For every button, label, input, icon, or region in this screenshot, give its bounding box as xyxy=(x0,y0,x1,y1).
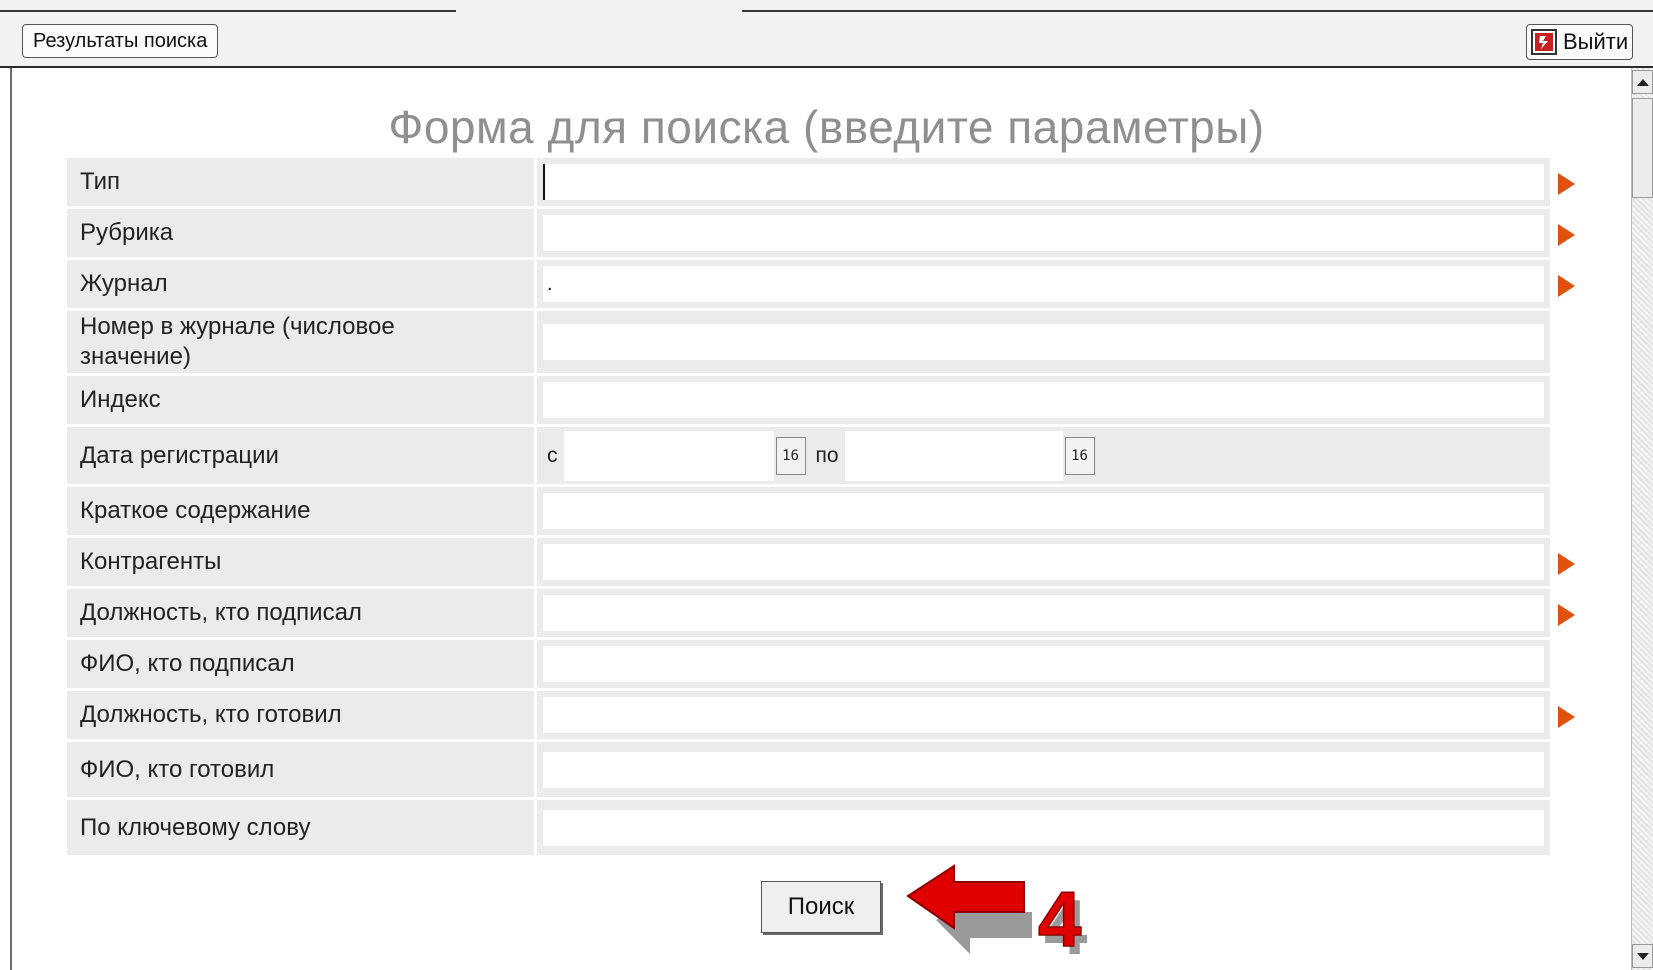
form-row-journal: Журнал . xyxy=(67,260,1575,311)
form-row-signer-name: ФИО, кто подписал xyxy=(67,640,1550,691)
tab-edge-left xyxy=(0,10,456,12)
field-cell: . xyxy=(537,260,1550,308)
type-picker-arrow-icon[interactable] xyxy=(1558,173,1575,195)
field-label: Журнал xyxy=(67,260,537,308)
signer-name-input[interactable] xyxy=(543,646,1544,682)
field-label: Тип xyxy=(67,158,537,206)
form-row-index: Индекс xyxy=(67,376,1550,427)
top-toolbar: Результаты поиска Выйти xyxy=(0,0,1653,68)
field-cell xyxy=(537,589,1550,637)
author-position-input[interactable] xyxy=(543,697,1544,733)
counterparties-picker-arrow-icon[interactable] xyxy=(1558,553,1575,575)
form-row-author-name: ФИО, кто готовил xyxy=(67,742,1550,800)
field-cell xyxy=(537,487,1550,535)
rubric-input[interactable] xyxy=(543,215,1544,251)
exit-label: Выйти xyxy=(1563,29,1629,54)
journal-input[interactable]: . xyxy=(543,266,1544,302)
field-label: Дата регистрации xyxy=(67,427,537,484)
form-row-rubric: Рубрика xyxy=(67,209,1575,260)
field-label: Рубрика xyxy=(67,209,537,257)
field-cell xyxy=(537,640,1550,688)
form-row-registration-date: Дата регистрации с 16 по 16 xyxy=(67,427,1550,487)
form-row-journal-number: Номер в журнале (числовое значение) xyxy=(67,311,1550,376)
field-cell xyxy=(537,209,1550,257)
form-row-keyword: По ключевому слову xyxy=(67,800,1550,858)
journal-picker-arrow-icon[interactable] xyxy=(1558,275,1575,297)
date-to-input[interactable] xyxy=(844,430,1063,481)
field-label: Контрагенты xyxy=(67,538,537,586)
form-row-summary: Краткое содержание xyxy=(67,487,1550,538)
form-row-counterparties: Контрагенты xyxy=(67,538,1575,589)
vertical-scrollbar[interactable] xyxy=(1631,68,1653,970)
field-cell xyxy=(537,800,1550,855)
type-input[interactable] xyxy=(543,164,1544,200)
tab-edge-right xyxy=(742,10,1653,12)
form-title: Форма для поиска (введите параметры) xyxy=(388,101,1265,153)
journal-number-input[interactable] xyxy=(543,324,1544,360)
date-from-input[interactable] xyxy=(563,430,774,481)
date-from-label: с xyxy=(547,443,558,467)
scroll-up-button[interactable] xyxy=(1632,70,1653,94)
index-input[interactable] xyxy=(543,382,1544,418)
field-cell xyxy=(537,691,1550,739)
step-number: 4 xyxy=(1038,875,1081,963)
exit-icon xyxy=(1531,29,1557,55)
date-to-label: по xyxy=(815,443,839,467)
form-row-type: Тип xyxy=(67,158,1575,209)
field-label: ФИО, кто подписал xyxy=(67,640,537,688)
form-row-signer-position: Должность, кто подписал xyxy=(67,589,1575,640)
calendar-from-icon[interactable]: 16 xyxy=(775,436,806,475)
field-label: Краткое содержание xyxy=(67,487,537,535)
date-range: с 16 по 16 xyxy=(543,430,1095,481)
field-cell xyxy=(537,538,1550,586)
counterparties-input[interactable] xyxy=(543,544,1544,580)
exit-button[interactable]: Выйти xyxy=(1526,24,1634,60)
left-border xyxy=(10,68,12,970)
author-name-input[interactable] xyxy=(543,751,1544,788)
rubric-picker-arrow-icon[interactable] xyxy=(1558,224,1575,246)
arrow-down-icon xyxy=(1637,953,1649,960)
search-results-button[interactable]: Результаты поиска xyxy=(22,24,219,58)
field-cell xyxy=(537,158,1550,206)
search-button[interactable]: Поиск xyxy=(761,881,881,933)
field-cell xyxy=(537,311,1550,373)
field-label: По ключевому слову xyxy=(67,800,537,855)
signer-position-input[interactable] xyxy=(543,595,1544,631)
field-label: ФИО, кто готовил xyxy=(67,742,537,797)
search-form: Тип Рубрика Журнал . Номер в журнале (чи… xyxy=(67,158,1575,858)
scroll-down-button[interactable] xyxy=(1632,944,1653,968)
calendar-to-icon[interactable]: 16 xyxy=(1064,436,1095,475)
signer-position-picker-arrow-icon[interactable] xyxy=(1558,604,1575,626)
field-cell: с 16 по 16 xyxy=(537,427,1550,484)
step-annotation: 4 4 xyxy=(906,864,1087,970)
author-position-picker-arrow-icon[interactable] xyxy=(1558,706,1575,728)
field-cell xyxy=(537,742,1550,797)
field-label: Должность, кто подписал xyxy=(67,589,537,637)
form-row-author-position: Должность, кто готовил xyxy=(67,691,1575,742)
keyword-input[interactable] xyxy=(543,809,1544,846)
field-label: Номер в журнале (числовое значение) xyxy=(67,311,537,373)
field-label: Индекс xyxy=(67,376,537,424)
field-label: Должность, кто готовил xyxy=(67,691,537,739)
field-cell xyxy=(537,376,1550,424)
arrow-up-icon xyxy=(1637,79,1649,86)
summary-input[interactable] xyxy=(543,493,1544,529)
